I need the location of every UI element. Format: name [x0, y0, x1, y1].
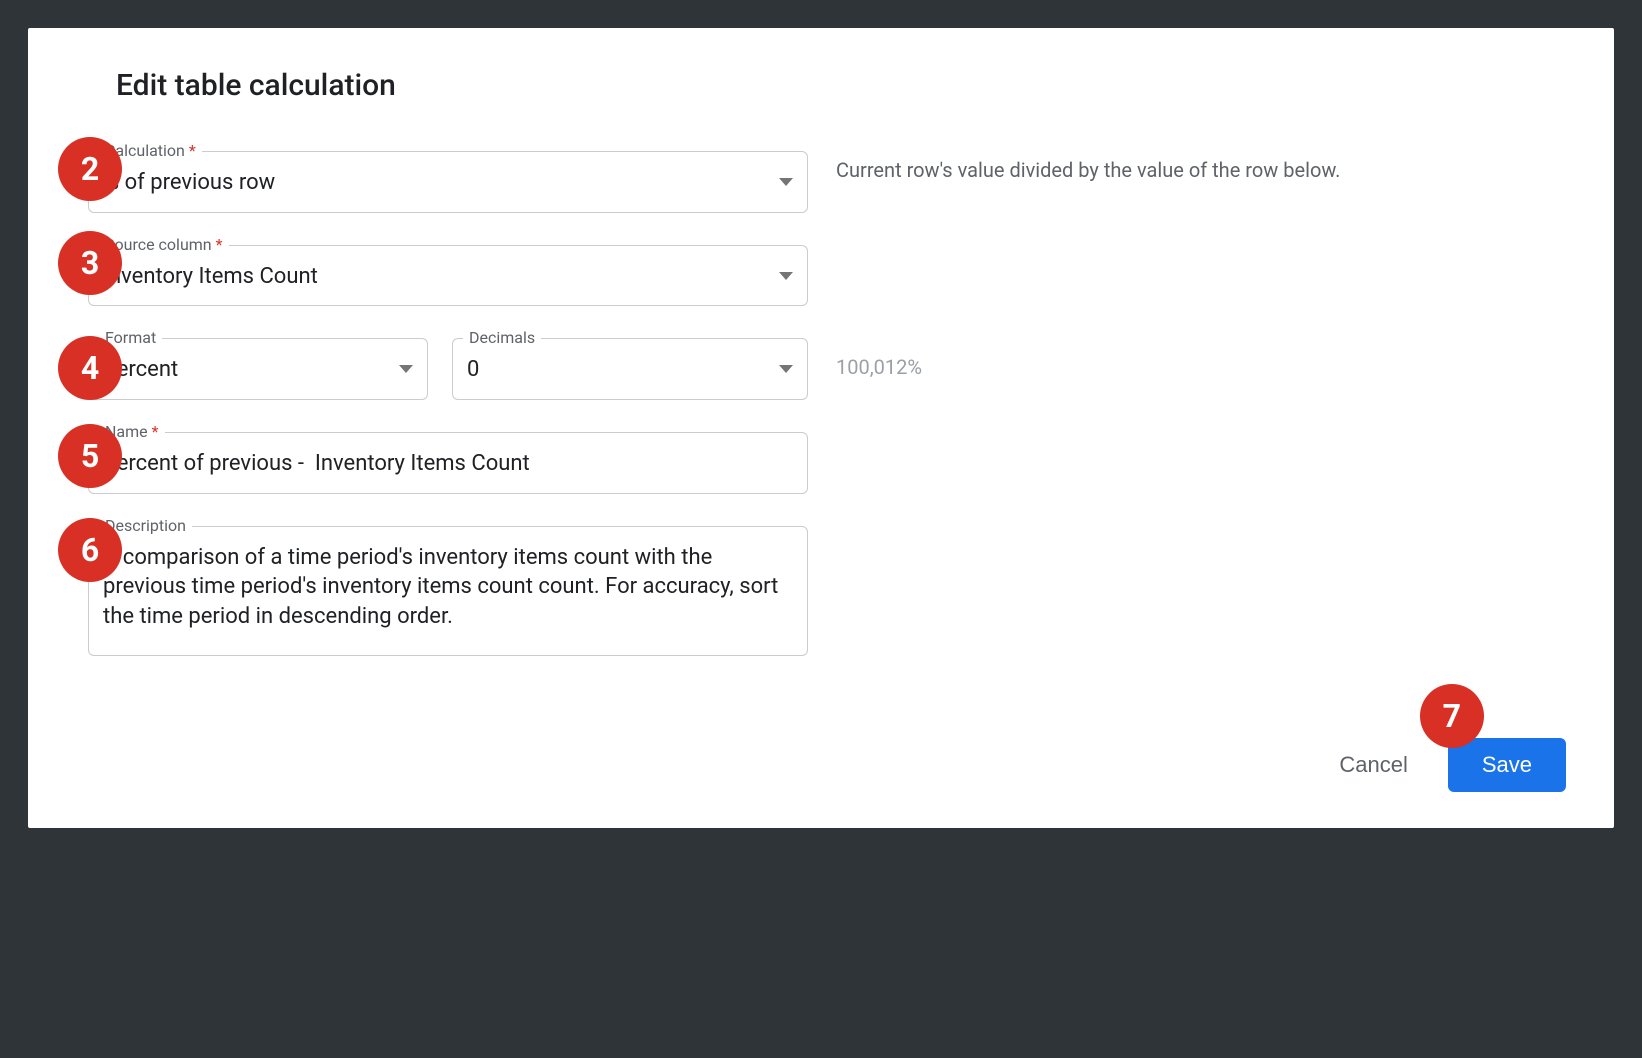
- chevron-down-icon: [779, 365, 793, 373]
- calculation-value: % of previous row: [103, 168, 763, 198]
- chevron-down-icon: [779, 272, 793, 280]
- calculation-select[interactable]: Calculation* % of previous row: [88, 151, 808, 213]
- calculation-helper-text: Current row's value divided by the value…: [836, 151, 1554, 184]
- source-column-row: 3 Source column* Inventory Items Count: [88, 245, 1554, 307]
- format-value: Percent: [103, 355, 383, 385]
- dialog-actions: Cancel 7 Save: [1339, 738, 1566, 792]
- source-column-value: Inventory Items Count: [103, 262, 763, 292]
- annotation-badge-6: 6: [58, 518, 122, 582]
- name-value: Percent of previous - Inventory Items Co…: [103, 449, 763, 479]
- name-input[interactable]: Name* Percent of previous - Inventory It…: [88, 432, 808, 494]
- name-row: 5 Name* Percent of previous - Inventory …: [88, 432, 1554, 494]
- annotation-badge-3: 3: [58, 231, 122, 295]
- decimals-value: 0: [467, 355, 763, 385]
- description-row: 6 Description A comparison of a time per…: [88, 526, 1554, 656]
- calculation-row: 2 Calculation* % of previous row Current…: [88, 151, 1554, 213]
- format-select[interactable]: Format Percent: [88, 338, 428, 400]
- description-input[interactable]: Description A comparison of a time perio…: [88, 526, 808, 656]
- save-button[interactable]: Save: [1448, 738, 1566, 792]
- annotation-badge-7: 7: [1420, 684, 1484, 748]
- dialog-title: Edit table calculation: [116, 68, 1554, 103]
- annotation-badge-2: 2: [58, 137, 122, 201]
- chevron-down-icon: [779, 178, 793, 186]
- chevron-down-icon: [399, 365, 413, 373]
- annotation-badge-4: 4: [58, 336, 122, 400]
- description-value: A comparison of a time period's inventor…: [103, 543, 793, 632]
- decimals-label: Decimals: [463, 328, 541, 347]
- annotation-badge-5: 5: [58, 424, 122, 488]
- source-column-select[interactable]: Source column* Inventory Items Count: [88, 245, 808, 307]
- format-row: 4 Format Percent Decimals 0 100,012%: [88, 338, 1554, 400]
- edit-table-calculation-dialog: Edit table calculation 2 Calculation* % …: [28, 28, 1614, 828]
- cancel-button[interactable]: Cancel: [1339, 752, 1407, 778]
- format-preview: 100,012%: [836, 338, 1554, 381]
- decimals-select[interactable]: Decimals 0: [452, 338, 808, 400]
